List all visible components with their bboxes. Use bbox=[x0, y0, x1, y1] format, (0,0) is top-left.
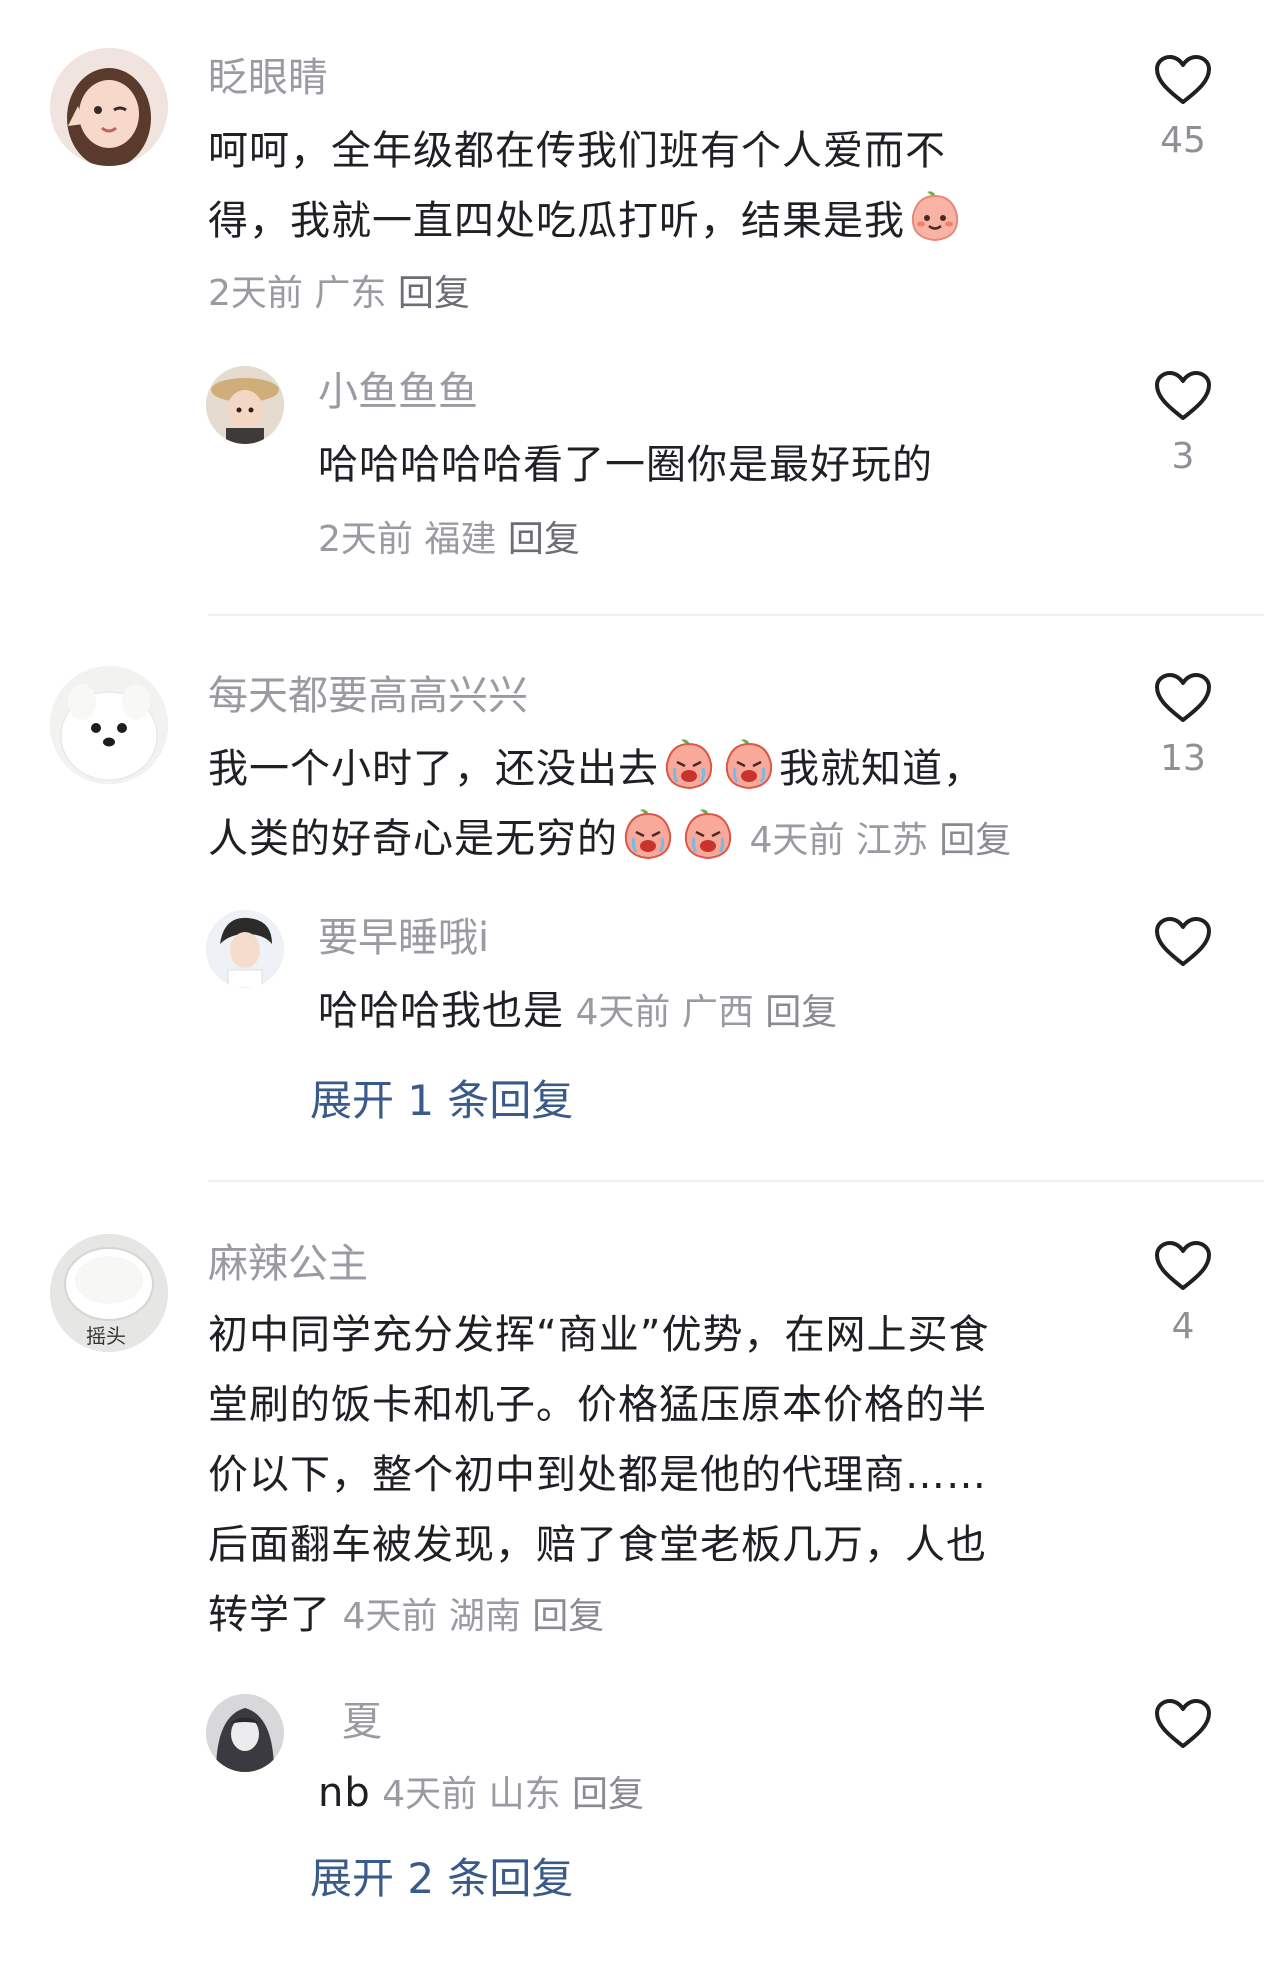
reply-username[interactable]: 小鱼鱼鱼 bbox=[318, 368, 478, 416]
avatar[interactable] bbox=[206, 366, 284, 444]
reply-text: 哈哈哈哈哈看了一圈你是最好玩的 bbox=[318, 442, 933, 488]
reply-region: 福建 bbox=[424, 519, 497, 560]
comment-text: 初中同学充分发挥“商业”优势，在网上买食 堂刷的饭卡和机子。价格猛压原本价格的半… bbox=[208, 1300, 1108, 1652]
heart-outline-icon bbox=[1155, 1699, 1211, 1748]
divider bbox=[208, 614, 1264, 616]
comment-username[interactable]: 每天都要高高兴兴 bbox=[208, 672, 528, 720]
reply-time: 4天前 bbox=[575, 992, 671, 1033]
comment-time: 4天前 bbox=[749, 820, 845, 861]
reply-time: 4天前 bbox=[382, 1774, 478, 1815]
reply-time: 2天前 bbox=[318, 519, 413, 560]
like-count: 45 bbox=[1160, 120, 1206, 161]
comment-text-line: 转学了 4天前 湖南 回复 bbox=[208, 1580, 1108, 1652]
comment-text-line: 我一个小时了，还没出去 我就知道， bbox=[208, 734, 1108, 804]
comment-text-segment: 转学了 bbox=[208, 1592, 331, 1638]
reply-text-content: 哈哈哈我也是 bbox=[318, 988, 564, 1034]
heart-outline-icon bbox=[1155, 371, 1211, 420]
crying-face-emoji bbox=[624, 809, 672, 860]
reply-text: 哈哈哈我也是 4天前 广西 回复 bbox=[318, 976, 837, 1048]
reply-button[interactable]: 回复 bbox=[939, 820, 1011, 861]
like-button[interactable]: 13 bbox=[1138, 672, 1228, 779]
comment-time: 4天前 bbox=[342, 1596, 438, 1637]
comment-text-line: 后面翻车被发现，赔了食堂老板几万，人也 bbox=[208, 1522, 987, 1568]
comment-text-line: 初中同学充分发挥“商业”优势，在网上买食 bbox=[208, 1312, 990, 1358]
like-button[interactable]: 4 bbox=[1138, 1240, 1228, 1347]
comment-meta: 4天前 湖南 回复 bbox=[331, 1596, 604, 1637]
reply-button[interactable]: 回复 bbox=[572, 1774, 644, 1815]
reply-button[interactable]: 回复 bbox=[765, 992, 837, 1033]
reply-text: nb 4天前 山东 回复 bbox=[318, 1758, 644, 1830]
reply-meta: 2天前 福建 回复 bbox=[318, 516, 580, 564]
reply-button[interactable]: 回复 bbox=[398, 273, 470, 314]
avatar-caption: 摇头 bbox=[86, 1324, 126, 1348]
comment-text-segment: 得，我就一直四处吃瓜打听，结果是我 bbox=[208, 198, 905, 244]
expand-replies-button[interactable]: 展开 1 条回复 bbox=[310, 1076, 573, 1126]
reply-text-content: nb bbox=[318, 1770, 371, 1816]
comment-region: 江苏 bbox=[855, 820, 928, 861]
comment-text-line: 得，我就一直四处吃瓜打听，结果是我 bbox=[208, 186, 1078, 256]
comment-text-line: 堂刷的饭卡和机子。价格猛压原本价格的半 bbox=[208, 1382, 987, 1428]
like-button[interactable]: 45 bbox=[1138, 54, 1228, 161]
heart-outline-icon bbox=[1155, 917, 1211, 966]
reply-region: 广西 bbox=[681, 992, 754, 1033]
comment-text-line: 价以下，整个初中到处都是他的代理商…… bbox=[208, 1452, 987, 1498]
reply-meta: 4天前 广西 回复 bbox=[564, 992, 837, 1033]
divider bbox=[208, 1180, 1264, 1182]
expand-replies-button[interactable]: 展开 2 条回复 bbox=[310, 1854, 573, 1904]
crying-face-emoji bbox=[725, 739, 773, 790]
like-count: 3 bbox=[1171, 436, 1195, 477]
reply-button[interactable]: 回复 bbox=[532, 1596, 604, 1637]
comment-time: 2天前 bbox=[208, 273, 303, 314]
like-button[interactable]: 3 bbox=[1138, 370, 1228, 477]
comment-meta: 2天前 广东 回复 bbox=[208, 270, 470, 318]
comment-text: 呵呵，全年级都在传我们班有个人爱而不 得，我就一直四处吃瓜打听，结果是我 bbox=[208, 116, 1078, 256]
like-count: 4 bbox=[1171, 1306, 1195, 1347]
avatar[interactable] bbox=[206, 910, 284, 988]
comment-region: 湖南 bbox=[448, 1596, 521, 1637]
comment-username[interactable]: 麻辣公主 bbox=[208, 1240, 368, 1288]
comment-region: 广东 bbox=[314, 273, 387, 314]
heart-outline-icon bbox=[1155, 1241, 1211, 1290]
comment-text-segment: 我一个小时了，还没出去 bbox=[208, 746, 659, 792]
crying-face-emoji bbox=[665, 739, 713, 790]
heart-outline-icon bbox=[1155, 673, 1211, 722]
reply-username[interactable]: 要早睡哦i bbox=[318, 914, 489, 962]
comment-meta: 4天前 江苏 回复 bbox=[738, 820, 1011, 861]
like-button[interactable] bbox=[1138, 916, 1228, 968]
avatar[interactable] bbox=[50, 48, 168, 166]
reply-region: 山东 bbox=[488, 1774, 561, 1815]
like-button[interactable] bbox=[1138, 1698, 1228, 1750]
heart-outline-icon bbox=[1155, 55, 1211, 104]
comment-username[interactable]: 眨眼睛 bbox=[208, 54, 328, 102]
comment-text: 我一个小时了，还没出去 我就知道， 人类的好奇心是无穷的 4天前 江苏 回复 bbox=[208, 734, 1108, 876]
avatar[interactable]: 摇头 bbox=[50, 1234, 168, 1352]
reply-username[interactable]: 夏 bbox=[342, 1698, 382, 1746]
crying-face-emoji bbox=[684, 809, 732, 860]
avatar[interactable] bbox=[50, 666, 168, 784]
comment-text-segment: 我就知道， bbox=[779, 746, 984, 792]
comment-text-segment: 人类的好奇心是无穷的 bbox=[208, 816, 618, 862]
avatar[interactable] bbox=[206, 1694, 284, 1772]
peach-smile-emoji bbox=[911, 191, 959, 242]
reply-button[interactable]: 回复 bbox=[508, 519, 580, 560]
reply-meta: 4天前 山东 回复 bbox=[371, 1774, 644, 1815]
comment-text-line: 人类的好奇心是无穷的 4天前 江苏 回复 bbox=[208, 804, 1108, 876]
comment-text-line: 呵呵，全年级都在传我们班有个人爱而不 bbox=[208, 128, 946, 174]
like-count: 13 bbox=[1160, 738, 1206, 779]
